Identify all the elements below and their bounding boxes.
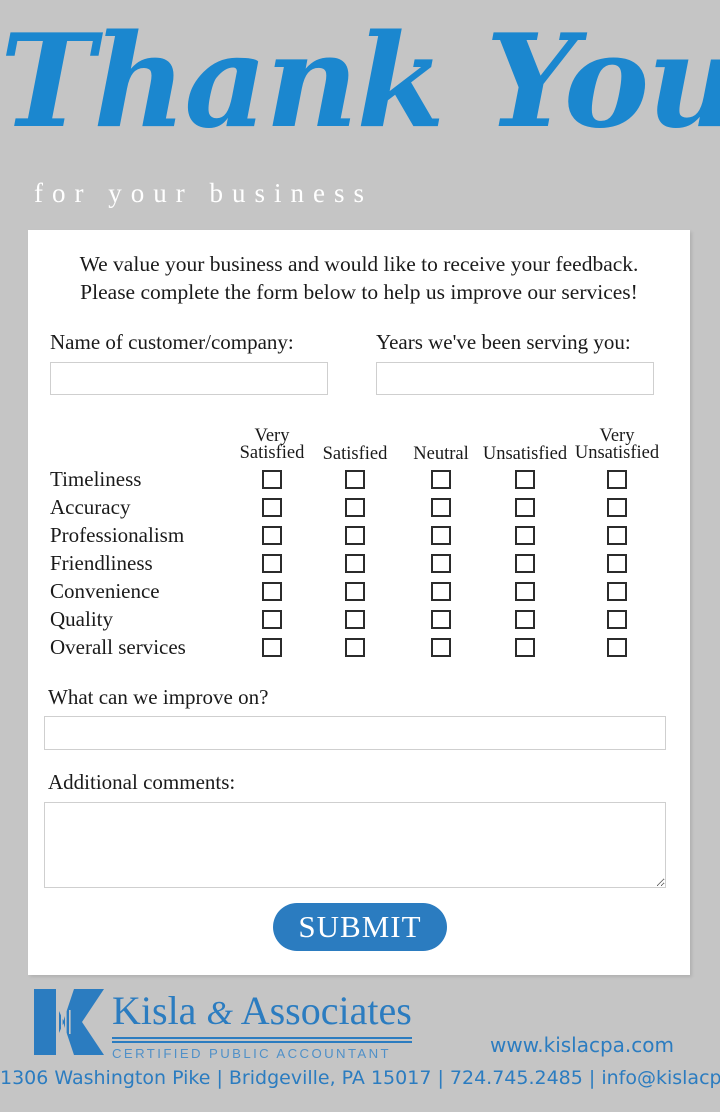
company-name-part2: Associates [240,988,412,1033]
matrix-checkbox[interactable] [431,470,451,489]
matrix-checkbox[interactable] [515,638,535,657]
matrix-checkbox[interactable] [345,610,365,629]
contact-info: 1306 Washington Pike | Bridgeville, PA 1… [0,1067,720,1089]
matrix-checkbox[interactable] [515,554,535,573]
matrix-checkbox[interactable] [431,610,451,629]
matrix-checkbox[interactable] [431,526,451,545]
matrix-checkbox[interactable] [262,610,282,629]
matrix-checkbox[interactable] [345,470,365,489]
company-tagline: CERTIFIED PUBLIC ACCOUNTANT [112,1046,391,1061]
matrix-row-label-5: Quality [50,607,113,631]
matrix-row-label-1: Accuracy [50,495,131,519]
header-subtitle: for your business [34,178,373,208]
kisla-wordmark: Kisla & Associates CERTIFIED PUBLIC ACCO… [112,989,412,1061]
matrix-checkbox[interactable] [345,582,365,601]
intro-line-1: We value your business and would like to… [79,252,639,276]
matrix-checkbox[interactable] [431,638,451,657]
matrix-checkbox[interactable] [515,470,535,489]
wordmark-divider [112,1037,412,1043]
company-name: Kisla & Associates [112,989,412,1036]
matrix-checkbox[interactable] [262,554,282,573]
matrix-checkbox[interactable] [431,498,451,517]
matrix-row-label-6: Overall services [50,635,186,659]
feedback-form-card: We value your business and would like to… [28,230,690,975]
matrix-checkbox[interactable] [515,610,535,629]
matrix-checkbox[interactable] [607,554,627,573]
matrix-checkbox[interactable] [345,638,365,657]
matrix-checkbox[interactable] [607,526,627,545]
matrix-checkbox[interactable] [262,526,282,545]
website-link[interactable]: www.kislacpa.com [490,1033,674,1057]
years-serving-input[interactable] [376,362,654,395]
matrix-checkbox[interactable] [345,526,365,545]
matrix-checkbox[interactable] [345,554,365,573]
page-header: Thank You for your business [0,0,720,230]
page-footer: Kisla & Associates CERTIFIED PUBLIC ACCO… [0,975,720,1112]
matrix-checkbox[interactable] [607,498,627,517]
kisla-k-logo-icon [34,989,104,1055]
customer-name-label: Name of customer/company: [50,330,294,354]
thank-you-heading: Thank You [0,7,720,157]
matrix-checkbox[interactable] [607,470,627,489]
matrix-checkbox[interactable] [262,638,282,657]
comments-label: Additional comments: [48,770,236,794]
customer-name-input[interactable] [50,362,328,395]
comments-textarea[interactable] [44,802,666,888]
matrix-checkbox[interactable] [431,582,451,601]
intro-line-2: Please complete the form below to help u… [80,280,638,304]
matrix-row-label-4: Convenience [50,579,160,603]
matrix-header-line2: Unsatisfied [574,443,660,463]
matrix-checkbox[interactable] [607,582,627,601]
company-name-part1: Kisla [112,988,197,1033]
matrix-row-label-2: Professionalism [50,523,185,547]
improve-input[interactable] [44,716,666,750]
matrix-checkbox[interactable] [607,610,627,629]
matrix-checkbox[interactable] [262,498,282,517]
submit-button[interactable]: SUBMIT [273,903,447,951]
improve-label: What can we improve on? [48,685,269,709]
matrix-checkbox[interactable] [607,638,627,657]
matrix-checkbox[interactable] [515,526,535,545]
matrix-checkbox[interactable] [262,582,282,601]
satisfaction-matrix: Very Satisfied Satisfied Neutral Unsatisfied… [28,426,690,666]
matrix-checkbox[interactable] [515,498,535,517]
matrix-column-header-4: Very Unsatisfied [547,427,687,463]
matrix-row-label-0: Timeliness [50,467,142,491]
years-serving-label: Years we've been serving you: [376,330,631,354]
matrix-checkbox[interactable] [431,554,451,573]
matrix-checkbox[interactable] [345,498,365,517]
matrix-checkbox[interactable] [515,582,535,601]
matrix-checkbox[interactable] [262,470,282,489]
matrix-row-label-3: Friendliness [50,551,153,575]
company-name-ampersand: & [206,995,233,1032]
